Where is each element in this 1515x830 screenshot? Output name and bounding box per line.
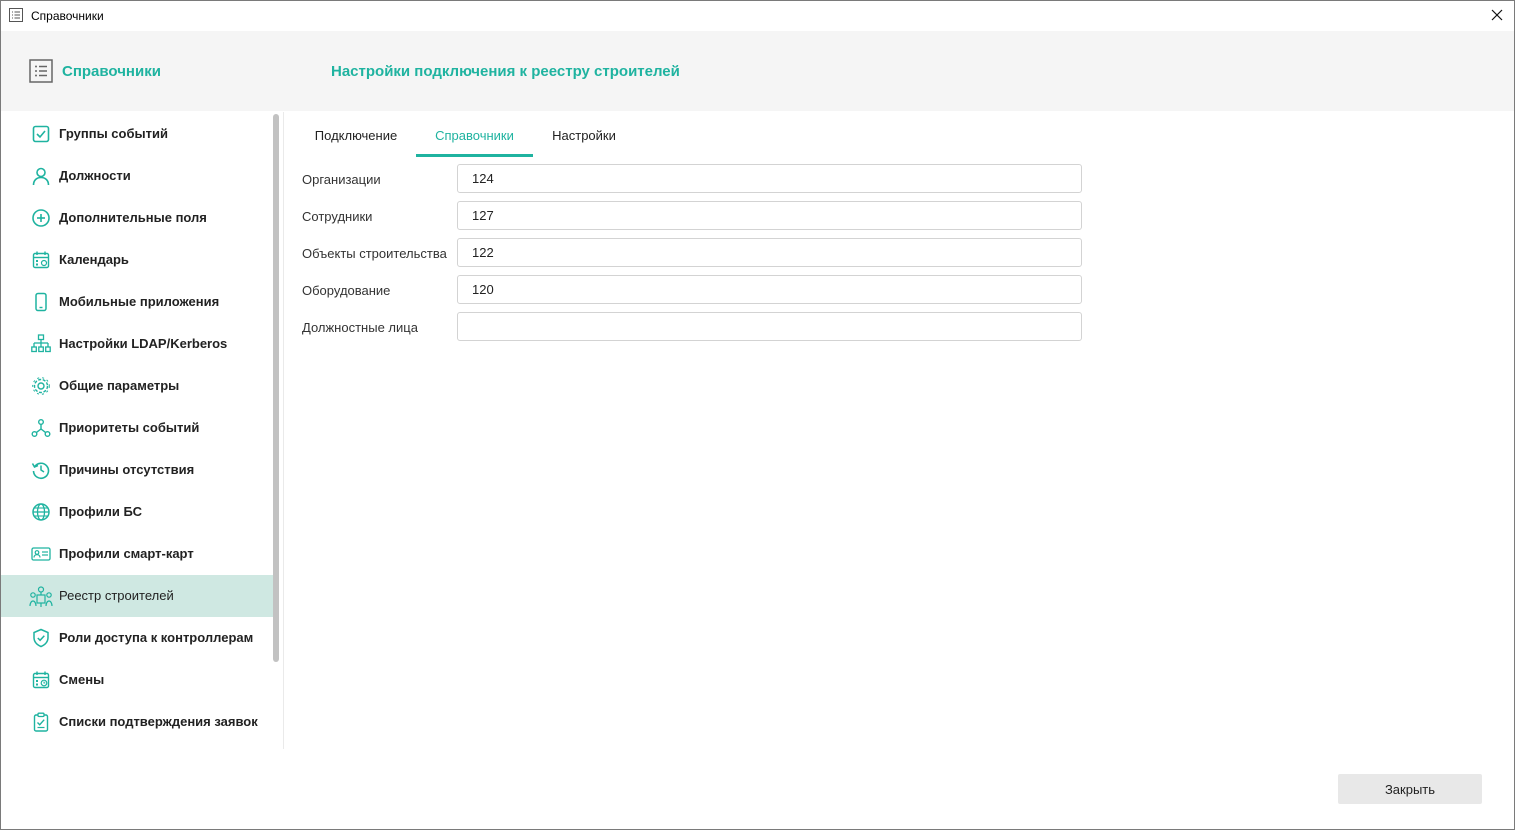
nodes-icon: [31, 418, 51, 438]
gear-icon: [31, 376, 51, 396]
sidebar-item-label: Мобильные приложения: [59, 294, 220, 309]
user-icon: [31, 166, 51, 186]
sidebar-item-label: Списки подтверждения заявок: [59, 714, 258, 729]
sidebar-item-bs-profiles[interactable]: Профили БС: [1, 491, 274, 533]
list-icon: [29, 59, 53, 83]
sidebar-item-controller-roles[interactable]: Роли доступа к контроллерам: [1, 617, 274, 659]
sidebar: Группы событий Должности Дополнительные …: [1, 112, 284, 749]
sidebar-item-positions[interactable]: Должности: [1, 155, 274, 197]
sidebar-item-label: Должности: [59, 168, 131, 183]
field-label-officials: Должностные лица: [302, 320, 418, 335]
sidebar-item-extra-fields[interactable]: Дополнительные поля: [1, 197, 274, 239]
sidebar-item-ldap[interactable]: Настройки LDAP/Kerberos: [1, 323, 274, 365]
history-icon: [31, 460, 51, 480]
sidebar-item-label: Общие параметры: [59, 378, 180, 393]
tab-connection[interactable]: Подключение: [300, 128, 412, 154]
shield-check-icon: [31, 628, 51, 648]
id-card-icon: [31, 544, 51, 564]
tab-directories[interactable]: Справочники: [416, 128, 533, 157]
sidebar-item-label: Профили БС: [59, 504, 143, 519]
field-label-employees: Сотрудники: [302, 209, 373, 224]
plus-circle-icon: [31, 208, 51, 228]
sidebar-item-calendar[interactable]: Календарь: [1, 239, 274, 281]
sidebar-item-label: Реестр строителей: [59, 588, 174, 603]
builders-icon: [29, 586, 53, 607]
sidebar-item-absence-reasons[interactable]: Причины отсутствия: [1, 449, 274, 491]
sidebar-item-label: Календарь: [59, 252, 129, 267]
page-title: Справочники: [62, 63, 161, 80]
sidebar-item-label: Профили смарт-карт: [59, 546, 194, 561]
close-button[interactable]: Закрыть: [1338, 774, 1482, 804]
sidebar-item-smartcard-profiles[interactable]: Профили смарт-карт: [1, 533, 274, 575]
organizations-field[interactable]: [457, 164, 1082, 193]
sidebar-item-shifts[interactable]: Смены: [1, 659, 274, 701]
smartphone-icon: [31, 292, 51, 312]
globe-icon: [31, 502, 51, 522]
window-title: Справочники: [31, 9, 104, 23]
title-bar: Справочники: [1, 1, 1514, 31]
sidebar-item-builders-registry[interactable]: Реестр строителей: [1, 575, 274, 617]
tab-settings[interactable]: Настройки: [537, 128, 631, 154]
field-label-construction-objects: Объекты строительства: [302, 246, 447, 261]
sidebar-item-confirmation-lists[interactable]: Списки подтверждения заявок: [1, 701, 274, 743]
sidebar-item-label: Роли доступа к контроллерам: [59, 630, 254, 645]
sidebar-item-label: Группы событий: [59, 126, 168, 141]
sidebar-item-label: Причины отсутствия: [59, 462, 195, 477]
sidebar-item-general-params[interactable]: Общие параметры: [1, 365, 274, 407]
officials-field[interactable]: [457, 312, 1082, 341]
sidebar-item-event-groups[interactable]: Группы событий: [1, 113, 274, 155]
field-label-equipment: Оборудование: [302, 283, 391, 298]
field-label-organizations: Организации: [302, 172, 381, 187]
list-icon: [9, 8, 23, 22]
clipboard-check-icon: [31, 712, 51, 732]
sidebar-item-event-priorities[interactable]: Приоритеты событий: [1, 407, 274, 449]
calendar-icon: [31, 250, 51, 270]
page-header: Справочники Настройки подключения к реес…: [1, 31, 1514, 111]
sidebar-item-label: Смены: [59, 672, 105, 687]
sidebar-item-label: Приоритеты событий: [59, 420, 200, 435]
calendar-clock-icon: [31, 670, 51, 690]
construction-objects-field[interactable]: [457, 238, 1082, 267]
dialog-window: Справочники Справочники Настройки подклю…: [0, 0, 1515, 830]
sidebar-scrollbar[interactable]: [273, 114, 279, 662]
sidebar-item-mobile-apps[interactable]: Мобильные приложения: [1, 281, 274, 323]
checkbox-icon: [31, 124, 51, 144]
close-icon[interactable]: [1488, 6, 1506, 24]
network-icon: [31, 334, 51, 354]
equipment-field[interactable]: [457, 275, 1082, 304]
section-title: Настройки подключения к реестру строител…: [331, 63, 680, 80]
sidebar-item-label: Дополнительные поля: [59, 210, 207, 225]
sidebar-item-label: Настройки LDAP/Kerberos: [59, 336, 228, 351]
employees-field[interactable]: [457, 201, 1082, 230]
